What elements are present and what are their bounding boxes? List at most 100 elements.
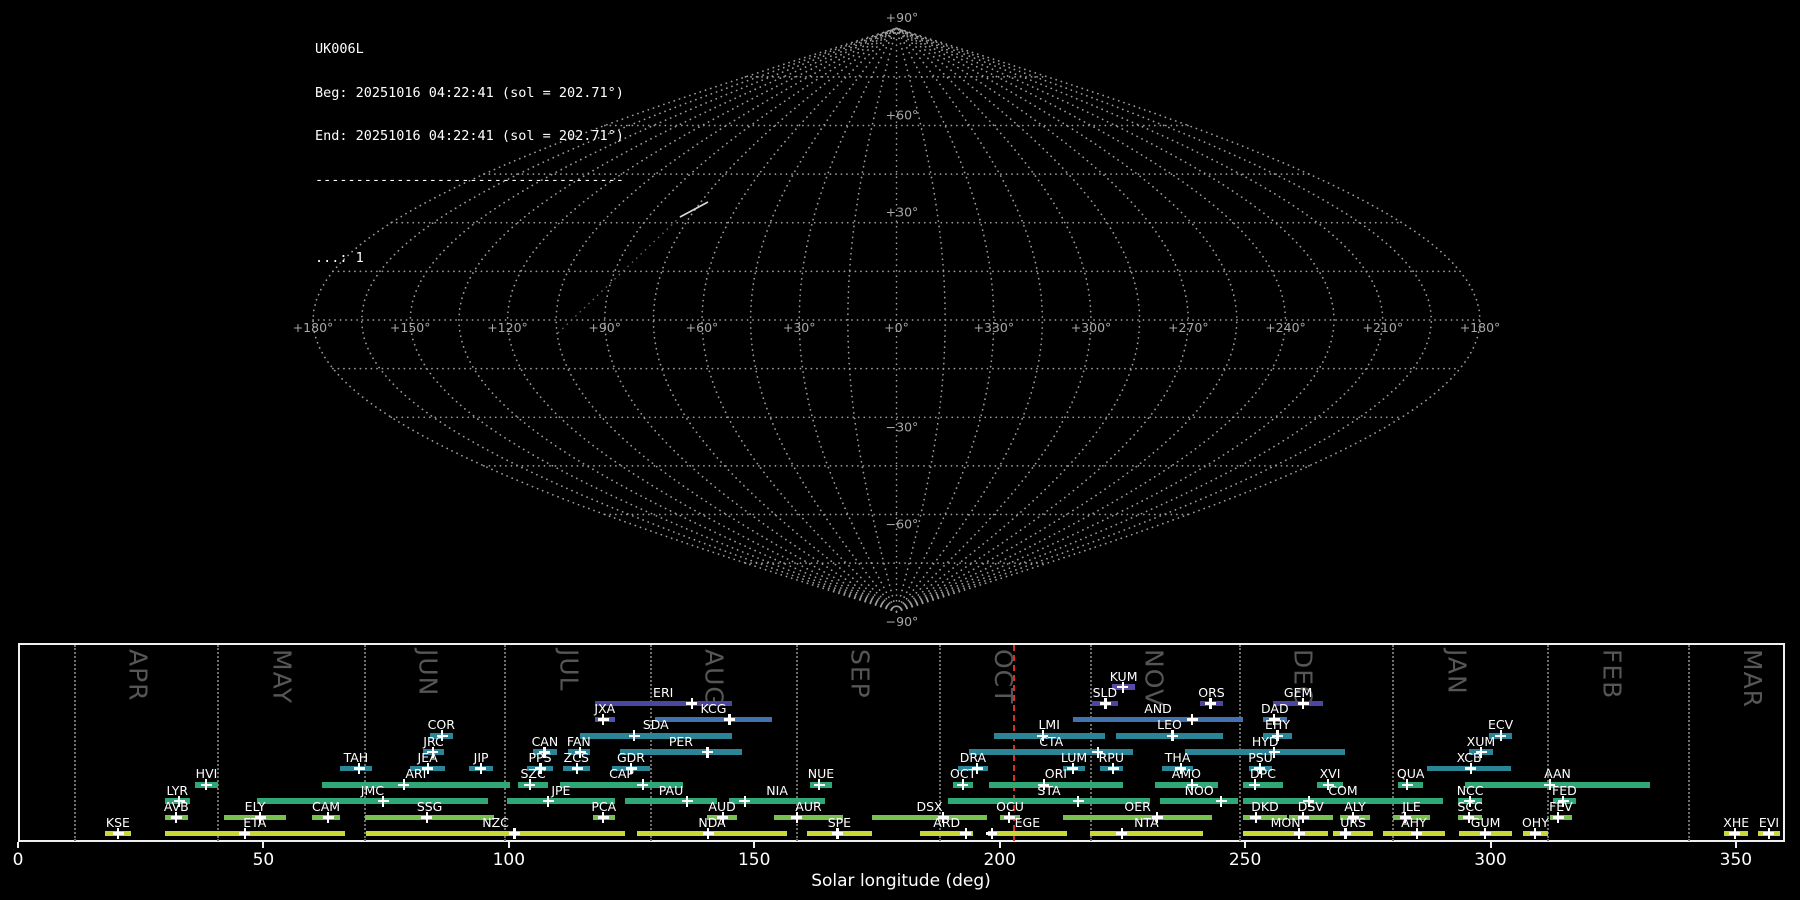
shower-code-label: PCA bbox=[591, 798, 617, 814]
shower-code-label: FAN bbox=[566, 733, 591, 749]
separator-line: -------------------------------------- bbox=[315, 171, 624, 188]
axis-tick-label: 200 bbox=[983, 850, 1016, 870]
shower-bar bbox=[580, 733, 732, 739]
shower-code-label: NUE bbox=[807, 766, 835, 782]
shower-code-label: AND bbox=[1144, 701, 1172, 717]
shower-code-label: JRC bbox=[423, 733, 444, 749]
shower-code-label: ERI bbox=[653, 684, 674, 700]
shower-code-label: KUM bbox=[1109, 668, 1138, 684]
shower-bar bbox=[257, 798, 488, 804]
shower-code-label: AHY bbox=[1401, 815, 1427, 831]
shower-code-label: LYR bbox=[166, 782, 189, 798]
sky-longitude-label: +270° bbox=[1168, 320, 1209, 335]
shower-peak-marker bbox=[986, 828, 998, 840]
axis-tick-label: 100 bbox=[492, 850, 526, 870]
shower-code-label: SCC bbox=[1457, 798, 1483, 814]
shower-bar bbox=[1090, 830, 1203, 837]
axis-tick bbox=[17, 842, 19, 848]
shower-code-label: JIP bbox=[473, 750, 489, 765]
month-gridline bbox=[649, 645, 652, 841]
shower-code-label: XCB bbox=[1456, 750, 1482, 765]
shower-bar bbox=[655, 716, 772, 723]
shower-code-label: JEA bbox=[417, 750, 438, 765]
sky-longitude-label: +120° bbox=[487, 320, 528, 335]
shower-code-label: AUR bbox=[795, 798, 822, 814]
shower-code-label: AAN bbox=[1544, 766, 1571, 782]
shower-peak-marker bbox=[1186, 714, 1198, 726]
shower-code-label: GDR bbox=[617, 750, 645, 765]
shower-code-label: COM bbox=[1328, 782, 1358, 798]
month-gridline bbox=[1089, 645, 1092, 841]
shower-code-label: NIA bbox=[766, 782, 788, 798]
shower-peak-marker bbox=[739, 795, 751, 807]
shower-code-label: DKD bbox=[1251, 798, 1279, 814]
shower-code-label: HYD bbox=[1251, 733, 1279, 749]
month-gridline bbox=[73, 645, 76, 841]
shower-bar bbox=[366, 830, 626, 837]
shower-bar bbox=[1332, 830, 1374, 837]
shower-code-label: ALY bbox=[1344, 798, 1366, 814]
shower-code-label: LEO bbox=[1157, 717, 1182, 733]
shower-code-label: SLD bbox=[1092, 684, 1118, 700]
shower-bar bbox=[1243, 830, 1328, 837]
shower-code-label: ELY bbox=[244, 798, 266, 814]
axis-tick-label: 50 bbox=[252, 850, 275, 870]
shower-code-label: OCT bbox=[949, 766, 977, 782]
sky-longitude-label: +330° bbox=[974, 320, 1015, 335]
month-label: JUN bbox=[413, 649, 443, 697]
sky-longitude-label: +30° bbox=[783, 320, 816, 335]
shower-bar bbox=[872, 814, 987, 821]
shower-code-label: PPS bbox=[528, 750, 552, 765]
shower-code-label: ORS bbox=[1198, 684, 1225, 700]
shower-bar bbox=[948, 798, 1150, 804]
axis-tick bbox=[262, 842, 265, 848]
shower-peak-marker bbox=[686, 697, 698, 709]
axis-tick bbox=[753, 842, 756, 848]
shower-code-label: GEM bbox=[1283, 684, 1313, 700]
shower-code-label: PSU bbox=[1248, 750, 1273, 765]
sky-longitude-label: +240° bbox=[1265, 320, 1306, 335]
sky-longitude-label: +0° bbox=[884, 320, 909, 335]
shower-code-label: COR bbox=[427, 717, 455, 733]
sky-latitude-label: −90° bbox=[886, 614, 919, 629]
month-label: APR bbox=[123, 649, 153, 702]
month-gridline bbox=[363, 645, 366, 841]
shower-code-label: DRA bbox=[959, 750, 987, 765]
header-gap bbox=[315, 216, 624, 222]
shower-code-label: EVI bbox=[1758, 815, 1780, 831]
month-label: FEB bbox=[1597, 649, 1627, 700]
shower-peak-marker bbox=[960, 828, 972, 840]
shower-code-label: SPE bbox=[827, 815, 852, 831]
axis-tick-label: 150 bbox=[737, 850, 771, 870]
sky-longitude-label: +150° bbox=[390, 320, 431, 335]
shower-peak-marker bbox=[637, 779, 649, 791]
sky-latitude-label: +90° bbox=[886, 10, 919, 25]
observation-header: UK006L Beg: 20251016 04:22:41 (sol = 202… bbox=[315, 13, 624, 295]
month-gridline bbox=[1687, 645, 1690, 841]
shower-code-label: AVB bbox=[163, 798, 189, 814]
axis-tick bbox=[507, 842, 510, 848]
axis-tick bbox=[1734, 842, 1737, 848]
shower-code-label: CAN bbox=[531, 733, 559, 749]
shower-peak-marker bbox=[1116, 828, 1128, 840]
shower-code-label: NDA bbox=[698, 815, 726, 831]
shower-code-label: SDA bbox=[642, 717, 669, 733]
shower-code-label: JXA bbox=[594, 701, 616, 717]
shower-code-label: JMC bbox=[360, 782, 384, 798]
axis-tick bbox=[1489, 842, 1492, 848]
month-label: MAR bbox=[1737, 649, 1767, 709]
shower-code-label: ETA bbox=[243, 815, 267, 831]
shower-code-label: DSV bbox=[1297, 798, 1324, 814]
shower-code-label: FED bbox=[1552, 782, 1577, 798]
shower-code-label: THA bbox=[1164, 750, 1191, 765]
shower-code-label: ARD bbox=[933, 815, 961, 831]
shower-code-label: TAH bbox=[343, 750, 369, 765]
axis-tick-label: 350 bbox=[1719, 850, 1753, 870]
shower-code-label: KSE bbox=[105, 815, 130, 831]
shower-code-label: EGE bbox=[1014, 815, 1041, 831]
month-label: NOV bbox=[1139, 649, 1169, 708]
shower-code-label: PER bbox=[668, 733, 693, 749]
shower-peak-marker bbox=[1072, 795, 1084, 807]
shower-code-label: DSX bbox=[916, 798, 943, 814]
shower-code-label: EHY bbox=[1265, 717, 1290, 733]
